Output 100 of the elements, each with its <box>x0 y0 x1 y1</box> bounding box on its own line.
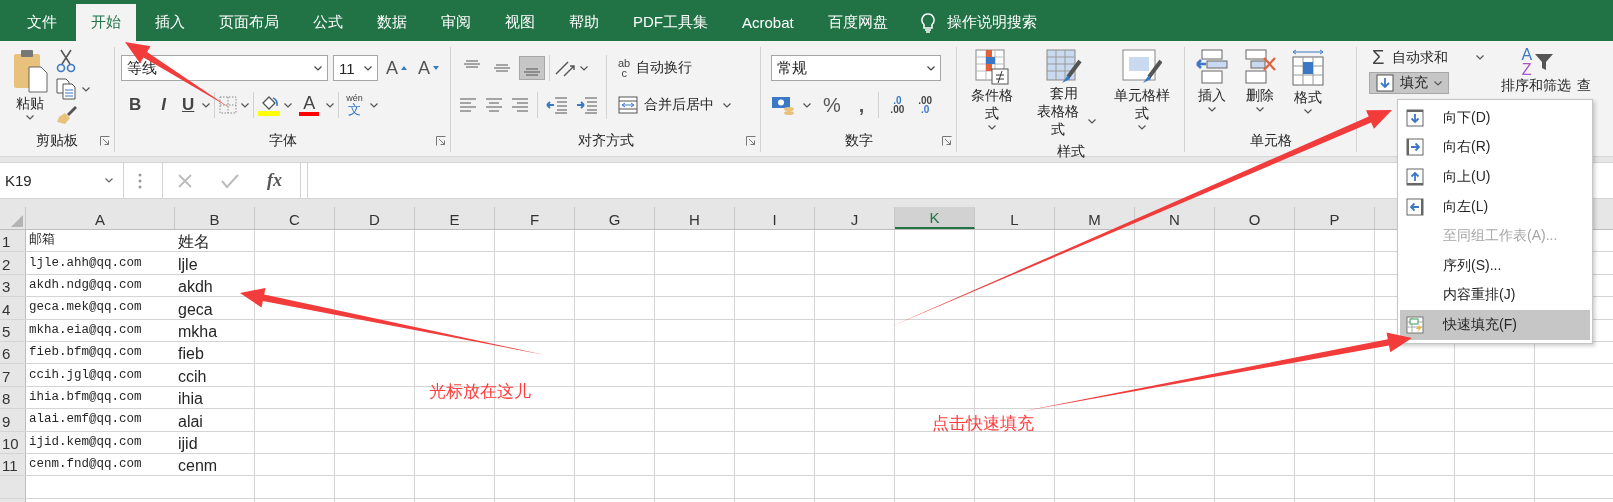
caret-icon <box>202 102 211 108</box>
table-cell: ijid <box>178 433 198 454</box>
caret-icon <box>1088 118 1097 124</box>
bold-button[interactable]: B <box>121 93 150 117</box>
row-header[interactable]: 9 <box>0 411 11 432</box>
font-name-field[interactable]: 等线 <box>121 55 328 81</box>
menu-item[interactable]: 向左(L) <box>1400 191 1590 222</box>
dialog-launcher-icon[interactable] <box>436 136 446 146</box>
insert-cells-button[interactable]: 插入 <box>1191 47 1233 130</box>
percent-button[interactable]: % <box>819 93 845 117</box>
paste-button[interactable]: 粘贴 <box>8 47 52 130</box>
column-header[interactable]: G <box>575 207 655 229</box>
grow-font-button[interactable]: A <box>382 55 410 81</box>
column-header[interactable]: L <box>975 207 1055 229</box>
down-tip-icon <box>433 66 439 70</box>
menu-item[interactable]: 向下(D) <box>1400 103 1590 133</box>
fill-down-icon <box>1376 74 1394 92</box>
merge-center-button[interactable]: 合并后居中 <box>615 93 717 117</box>
fill-button[interactable]: 填充 <box>1369 72 1449 94</box>
insert-function-button[interactable]: fx <box>267 170 282 191</box>
table-format-button[interactable]: 套用 表格格式 <box>1027 47 1101 141</box>
dialog-launcher-icon[interactable] <box>100 136 110 146</box>
column-header[interactable]: F <box>495 207 575 229</box>
ribbon-tab[interactable]: 帮助 <box>554 4 614 41</box>
dialog-launcher-icon[interactable] <box>942 136 952 146</box>
column-header[interactable]: D <box>335 207 415 229</box>
delete-cells-button[interactable]: 删除 <box>1239 47 1281 130</box>
comma-button[interactable]: , <box>852 93 871 117</box>
ribbon-tab[interactable]: 审阅 <box>426 4 486 41</box>
underline-button[interactable]: U <box>178 93 199 117</box>
column-header[interactable]: K <box>895 207 975 229</box>
shrink-font-button[interactable]: A <box>415 55 442 81</box>
ribbon-tab[interactable]: 页面布局 <box>204 4 294 41</box>
center-align-icon <box>485 96 503 114</box>
phonetic-button[interactable]: wén 文 <box>343 91 366 119</box>
menu-item[interactable]: 序列(S)... <box>1400 250 1590 281</box>
row-header[interactable]: 6 <box>0 344 11 365</box>
increase-decimal-button[interactable]: .0 .00 <box>887 94 908 116</box>
row-header[interactable]: 1 <box>0 232 11 253</box>
table-cell: 姓名 <box>178 232 210 253</box>
column-header[interactable]: O <box>1215 207 1295 229</box>
right-align-icon <box>511 96 529 114</box>
sort-letters: A Z <box>1521 47 1533 77</box>
row-header[interactable]: 11 <box>0 456 18 477</box>
bottom-align-icon[interactable] <box>519 56 545 80</box>
decrease-indent-icon <box>546 96 568 114</box>
check-icon[interactable] <box>221 172 239 189</box>
row-header[interactable]: 8 <box>0 389 11 410</box>
decrease-decimal-button[interactable]: .00 .0 <box>915 94 936 116</box>
ribbon-tab[interactable]: 公式 <box>298 4 358 41</box>
row-header[interactable]: 2 <box>0 254 11 275</box>
number-format-field[interactable]: 常规 <box>771 55 941 81</box>
row-header[interactable]: 4 <box>0 299 11 320</box>
ribbon-tab[interactable]: 百度网盘 <box>812 4 903 41</box>
name-box[interactable]: K19 <box>0 163 124 198</box>
table-cell: geca <box>178 299 213 320</box>
column-header[interactable]: E <box>415 207 495 229</box>
row-header[interactable]: 5 <box>0 321 11 342</box>
font-size-field[interactable]: 11 <box>333 55 378 81</box>
menu-item[interactable]: 快速填充(F) <box>1400 310 1590 340</box>
delete-cells-icon <box>1243 49 1277 85</box>
column-header[interactable]: H <box>655 207 735 229</box>
table-cell-text: ihia.bfm@qq.com <box>29 388 142 406</box>
menu-item[interactable]: 向右(R) <box>1400 132 1590 163</box>
ribbon-tab[interactable]: 文件 <box>12 4 72 41</box>
scissors-icon <box>56 49 76 73</box>
column-header[interactable]: I <box>735 207 815 229</box>
ribbon-tab[interactable]: 视图 <box>490 4 550 41</box>
italic-button[interactable]: I <box>153 93 174 117</box>
column-header[interactable]: C <box>255 207 335 229</box>
ribbon-tab[interactable]: 数据 <box>362 4 422 41</box>
sort-filter-button[interactable]: 排序和筛选 <box>1501 77 1572 95</box>
dialog-launcher-icon[interactable] <box>746 136 756 146</box>
format-cells-button[interactable]: 格式 <box>1287 47 1329 130</box>
left-align-icon <box>459 96 477 114</box>
grip-icon[interactable] <box>138 172 142 189</box>
caret-icon <box>314 65 322 71</box>
column-header[interactable]: A <box>26 207 175 229</box>
menu-item[interactable]: 向上(U) <box>1400 162 1590 192</box>
menu-item[interactable]: 内容重排(J) <box>1400 280 1590 311</box>
ribbon-tab[interactable]: Acrobat <box>727 4 809 41</box>
row-header[interactable]: 3 <box>0 277 11 298</box>
font-color-button[interactable]: A <box>296 94 323 116</box>
lightbulb-icon[interactable] <box>920 12 935 33</box>
conditional-format-button[interactable]: 条件格式 <box>961 47 1024 141</box>
autosum-button[interactable]: Σ 自动求和 <box>1369 47 1488 71</box>
ribbon-tab[interactable]: 开始 <box>76 4 136 41</box>
row-header[interactable]: 10 <box>0 433 19 454</box>
row-header[interactable]: 7 <box>0 366 11 387</box>
select-all-icon[interactable] <box>11 215 23 227</box>
cancel-icon[interactable] <box>177 172 193 189</box>
merge-icon <box>618 95 638 115</box>
caret-icon <box>82 86 90 92</box>
search-hint[interactable]: 操作说明搜索 <box>946 13 1037 32</box>
cell-styles-button[interactable]: 单元格样式 <box>1104 47 1180 141</box>
find-button[interactable]: 查 <box>1577 77 1592 95</box>
column-header[interactable]: P <box>1295 207 1375 229</box>
ribbon-tab[interactable]: PDF工具集 <box>618 4 723 41</box>
column-header[interactable]: B <box>175 207 255 229</box>
ribbon-tab[interactable]: 插入 <box>140 4 200 41</box>
